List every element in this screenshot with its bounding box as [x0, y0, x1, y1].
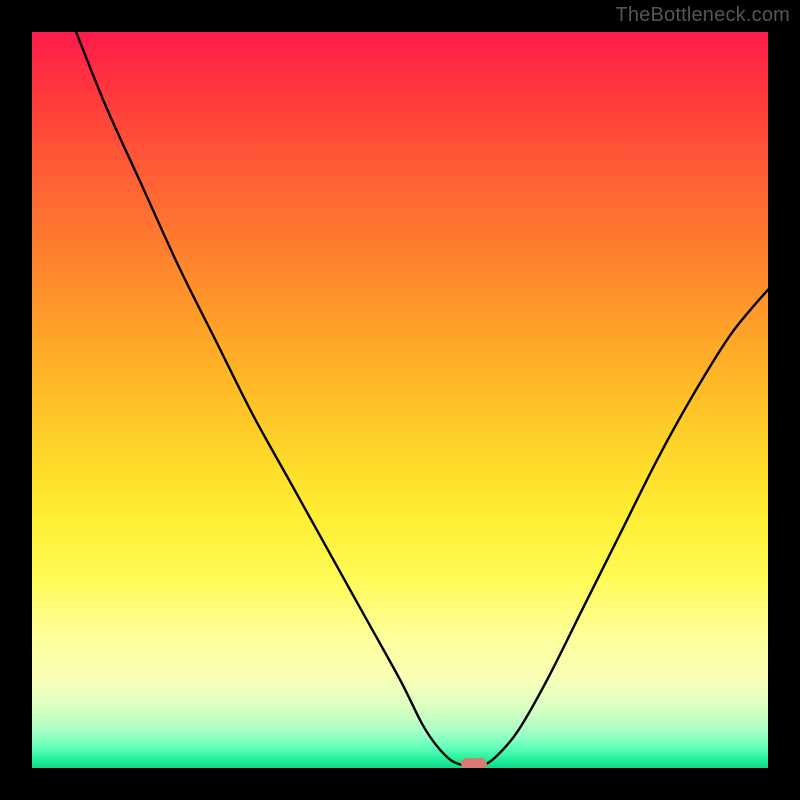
plot-area: [32, 32, 768, 768]
minimum-marker: [461, 758, 487, 768]
watermark-text: TheBottleneck.com: [615, 4, 790, 27]
bottleneck-curve: [32, 32, 768, 768]
chart-frame: TheBottleneck.com: [0, 0, 800, 800]
